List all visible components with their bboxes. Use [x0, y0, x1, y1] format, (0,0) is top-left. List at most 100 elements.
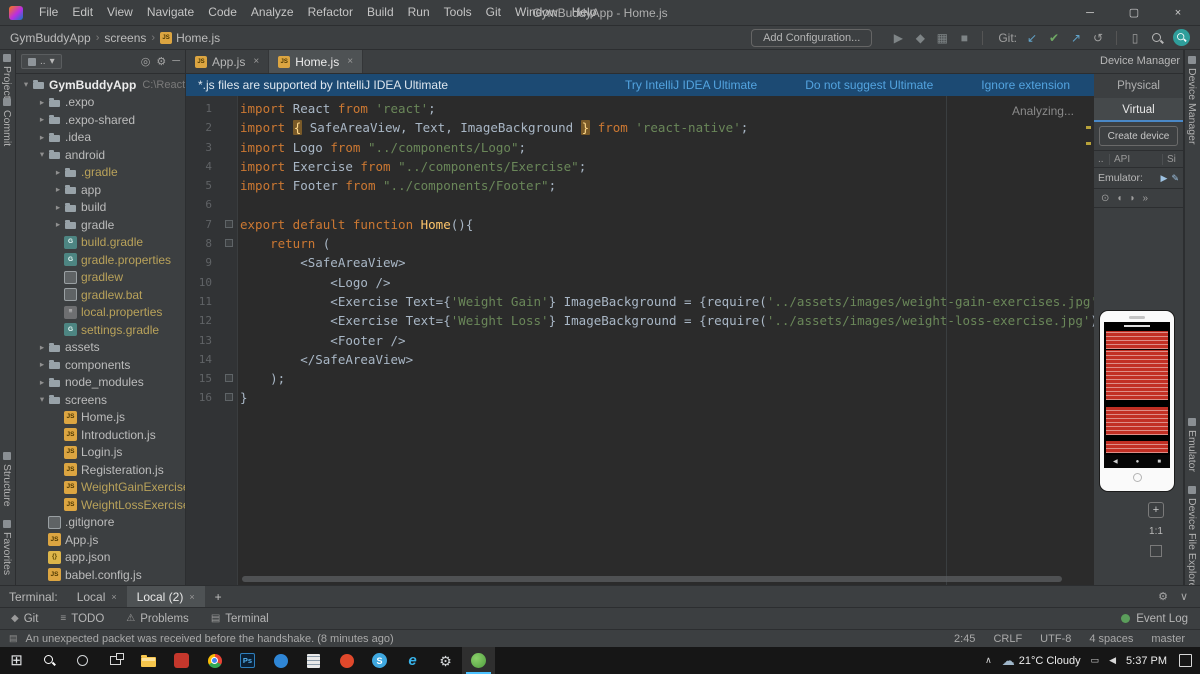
- close-button[interactable]: ×: [1156, 0, 1200, 25]
- zoom-in-button[interactable]: +: [1148, 502, 1164, 518]
- line-separator[interactable]: CRLF: [993, 633, 1022, 645]
- create-device-button[interactable]: Create device: [1099, 126, 1178, 146]
- app-blue-icon[interactable]: [264, 647, 297, 674]
- menu-analyze[interactable]: Analyze: [244, 0, 301, 25]
- tree-item-assets[interactable]: ▸ assets: [16, 339, 185, 357]
- expand-arrow-icon[interactable]: ▸: [36, 377, 48, 388]
- tree-item-idea[interactable]: ▸ .idea: [16, 129, 185, 147]
- git-rollback-button[interactable]: ↺: [1087, 28, 1109, 48]
- tree-item-app[interactable]: ▸ app: [16, 181, 185, 199]
- editor-tab-app-js[interactable]: JS App.js ×: [186, 50, 270, 73]
- settings-icon[interactable]: ⚙: [156, 55, 166, 68]
- project-view-selector[interactable]: .. ▾: [21, 54, 62, 69]
- expand-arrow-icon[interactable]: ▸: [52, 219, 64, 230]
- hide-icon[interactable]: ─: [172, 55, 180, 68]
- overflow-icon[interactable]: »: [1142, 193, 1148, 204]
- expand-arrow-icon[interactable]: ▸: [36, 359, 48, 370]
- tree-item-home-js[interactable]: JS Home.js: [16, 409, 185, 427]
- tool-stripe-device-file-explorer[interactable]: Device File Explorer: [1186, 486, 1198, 585]
- tree-item-gradle-properties[interactable]: Ggradle.properties: [16, 251, 185, 269]
- git-branch[interactable]: master: [1151, 633, 1185, 645]
- maximize-button[interactable]: ▢: [1112, 0, 1156, 25]
- expand-arrow-icon[interactable]: ▸: [36, 97, 48, 108]
- chrome-icon[interactable]: [198, 647, 231, 674]
- volume-up-icon[interactable]: ◗: [1129, 193, 1135, 204]
- menu-navigate[interactable]: Navigate: [140, 0, 201, 25]
- cortana-button[interactable]: [66, 647, 99, 674]
- search-button[interactable]: [33, 647, 66, 674]
- search-icon[interactable]: [1146, 28, 1168, 48]
- expand-arrow-icon[interactable]: ▸: [36, 132, 48, 143]
- breadcrumb-item-home-js[interactable]: JS Home.js: [160, 31, 220, 45]
- tree-item-screens[interactable]: ▾ screens: [16, 391, 185, 409]
- tree-item-gradlew[interactable]: gradlew: [16, 269, 185, 287]
- menu-view[interactable]: View: [100, 0, 140, 25]
- collapse-arrow-icon[interactable]: ▾: [20, 79, 32, 90]
- fold-marker[interactable]: [218, 388, 240, 407]
- tool-stripe-structure[interactable]: Structure: [1, 452, 13, 507]
- tool-stripe-emulator[interactable]: Emulator: [1186, 418, 1198, 472]
- photoshop-icon[interactable]: Ps: [231, 647, 264, 674]
- tree-item-components[interactable]: ▸ components: [16, 356, 185, 374]
- debug-button[interactable]: ◆: [909, 28, 931, 48]
- code-editor[interactable]: 1 import React from 'react'; 2 import { Saf…: [186, 96, 1094, 585]
- menu-code[interactable]: Code: [201, 0, 244, 25]
- tree-item-local-properties[interactable]: ≡ local.properties: [16, 304, 185, 322]
- expand-arrow-icon[interactable]: ▸: [52, 167, 64, 178]
- power-icon[interactable]: ⊙: [1101, 193, 1109, 204]
- expand-arrow-icon[interactable]: ▸: [36, 114, 48, 125]
- tree-item-babel-config-js[interactable]: JS babel.config.js: [16, 566, 185, 584]
- tree-item-introduction-js[interactable]: JS Introduction.js: [16, 426, 185, 444]
- collapse-arrow-icon[interactable]: ▾: [36, 149, 48, 160]
- expand-arrow-icon[interactable]: ▸: [52, 184, 64, 195]
- menu-git[interactable]: Git: [479, 0, 508, 25]
- locate-icon[interactable]: ◎: [141, 55, 151, 68]
- terminal-settings-icon[interactable]: ⚙: [1158, 590, 1168, 603]
- toolwindow-terminal[interactable]: ▤ Terminal: [200, 608, 280, 629]
- tool-stripe-favorites[interactable]: Favorites: [1, 520, 13, 575]
- indent-style[interactable]: 4 spaces: [1089, 633, 1133, 645]
- menu-tools[interactable]: Tools: [437, 0, 479, 25]
- breadcrumb-item-screens[interactable]: screens: [104, 31, 146, 45]
- search-everywhere-button[interactable]: [1173, 29, 1190, 46]
- phone-screen[interactable]: ◀ ● ■: [1104, 322, 1170, 468]
- tree-item-gradle[interactable]: ▸ .gradle: [16, 164, 185, 182]
- collapse-panel-icon[interactable]: ∨: [1180, 590, 1188, 603]
- tree-item-app-json[interactable]: {} app.json: [16, 549, 185, 567]
- git-push-button[interactable]: ↗: [1065, 28, 1087, 48]
- collapse-arrow-icon[interactable]: ▾: [36, 394, 48, 405]
- taskbar-clock[interactable]: 5:37 PM: [1126, 655, 1167, 667]
- tree-item-gymbuddyapp[interactable]: ▾ GymBuddyApp C:\React-N: [16, 76, 185, 94]
- menu-help[interactable]: Help: [565, 0, 604, 25]
- home-button[interactable]: [1132, 472, 1142, 482]
- layout-button[interactable]: ▯: [1124, 28, 1146, 48]
- fold-marker[interactable]: [218, 369, 240, 388]
- tray-expand-icon[interactable]: ∧: [985, 655, 992, 666]
- tree-item-expo[interactable]: ▸ .expo: [16, 94, 185, 112]
- file-explorer-icon[interactable]: [132, 647, 165, 674]
- menu-file[interactable]: File: [32, 0, 65, 25]
- utorrent-icon[interactable]: [165, 647, 198, 674]
- tree-item-gradle[interactable]: ▸ gradle: [16, 216, 185, 234]
- breadcrumb-item-gymbuddyapp[interactable]: GymBuddyApp: [10, 31, 91, 45]
- tool-stripe-commit[interactable]: Commit: [1, 98, 13, 146]
- terminal-tab-local[interactable]: Local ×: [67, 586, 127, 607]
- tree-item-gitignore[interactable]: .gitignore: [16, 514, 185, 532]
- settings-icon[interactable]: [429, 647, 462, 674]
- recents-icon[interactable]: ■: [1157, 459, 1161, 465]
- menu-edit[interactable]: Edit: [65, 0, 100, 25]
- close-tab-icon[interactable]: ×: [253, 56, 259, 67]
- volume-tray-icon[interactable]: ◀: [1109, 655, 1116, 666]
- tree-item-weightgainexercises[interactable]: JS WeightGainExercises: [16, 479, 185, 497]
- file-encoding[interactable]: UTF-8: [1040, 633, 1071, 645]
- toolwindow-git[interactable]: ◆ Git: [0, 608, 49, 629]
- tree-item-gradlew-bat[interactable]: gradlew.bat: [16, 286, 185, 304]
- tree-item-login-js[interactable]: JS Login.js: [16, 444, 185, 462]
- status-message[interactable]: An unexpected packet was received before…: [26, 633, 394, 645]
- tree-item-settings-gradle[interactable]: Gsettings.gradle: [16, 321, 185, 339]
- tree-item-build[interactable]: ▸ build: [16, 199, 185, 217]
- expand-arrow-icon[interactable]: ▸: [52, 202, 64, 213]
- back-icon[interactable]: ◀: [1113, 458, 1118, 465]
- new-terminal-tab-button[interactable]: +: [205, 590, 232, 604]
- menu-window[interactable]: Window: [508, 0, 565, 25]
